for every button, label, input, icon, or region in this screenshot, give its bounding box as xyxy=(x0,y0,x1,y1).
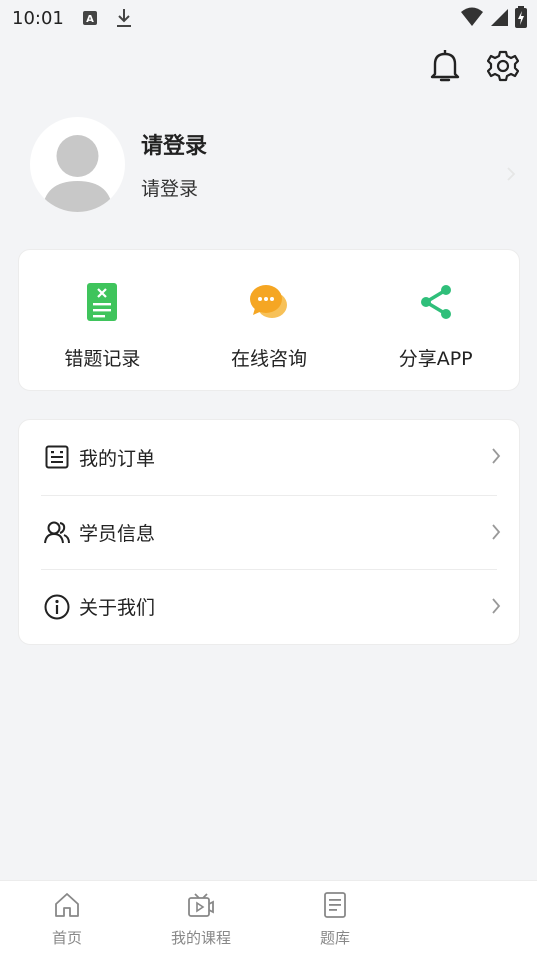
bottom-nav: 首页 我的课程 题库 xyxy=(0,880,537,956)
svg-text:A: A xyxy=(86,14,94,25)
chevron-right-icon xyxy=(491,597,501,619)
nav-item-question-bank[interactable]: 题库 xyxy=(268,881,402,956)
status-bar: 10:01 A xyxy=(0,0,537,36)
signal-icon xyxy=(489,7,509,31)
quick-actions-card: 错题记录 在线咨询 分享APP xyxy=(18,249,520,391)
info-icon xyxy=(43,593,71,621)
chevron-right-icon[interactable] xyxy=(506,166,516,186)
status-time: 10:01 xyxy=(12,7,64,29)
question-bank-icon xyxy=(320,891,350,919)
nav-label: 我的课程 xyxy=(170,929,231,947)
students-icon xyxy=(43,518,71,546)
chevron-right-icon xyxy=(491,447,501,469)
chat-bubble-icon xyxy=(249,282,289,322)
menu-item-student-info[interactable]: 学员信息 xyxy=(41,494,501,570)
quick-action-label: 在线咨询 xyxy=(231,348,308,370)
top-actions xyxy=(427,48,521,84)
nav-label: 题库 xyxy=(319,929,350,947)
bell-icon[interactable] xyxy=(427,48,463,84)
order-list-icon xyxy=(43,443,71,471)
home-icon xyxy=(52,891,82,919)
share-icon xyxy=(416,282,456,322)
nav-label: 首页 xyxy=(51,929,82,947)
profile-name[interactable]: 请登录 xyxy=(141,128,207,160)
quick-action-wrong-answers[interactable]: 错题记录 xyxy=(19,250,186,390)
nav-item-home[interactable]: 首页 xyxy=(0,881,134,956)
menu-item-about-us[interactable]: 关于我们 xyxy=(41,569,501,644)
nav-item-my-courses[interactable]: 我的课程 xyxy=(134,881,268,956)
avatar[interactable] xyxy=(30,116,125,212)
menu-item-label: 我的订单 xyxy=(79,447,156,470)
menu-item-my-orders[interactable]: 我的订单 xyxy=(41,420,501,495)
wrong-answers-doc-icon xyxy=(82,282,122,322)
battery-icon xyxy=(515,6,527,32)
menu-item-label: 学员信息 xyxy=(79,522,156,545)
chevron-right-icon xyxy=(491,523,501,545)
download-icon xyxy=(114,8,134,28)
wifi-icon xyxy=(461,7,483,31)
gear-icon[interactable] xyxy=(485,48,521,84)
quick-action-share-app[interactable]: 分享APP xyxy=(352,250,519,390)
menu-item-label: 关于我们 xyxy=(79,597,156,620)
video-course-icon xyxy=(186,891,216,919)
profile-header[interactable]: 请登录 请登录 xyxy=(30,116,520,212)
quick-action-label: 错题记录 xyxy=(64,348,141,370)
profile-subtitle: 请登录 xyxy=(141,177,199,200)
menu-card: 我的订单 学员信息 关于我们 xyxy=(18,419,520,645)
quick-action-label: 分享APP xyxy=(398,348,473,370)
notification-a-icon: A xyxy=(80,8,100,28)
quick-action-online-consult[interactable]: 在线咨询 xyxy=(186,250,353,390)
